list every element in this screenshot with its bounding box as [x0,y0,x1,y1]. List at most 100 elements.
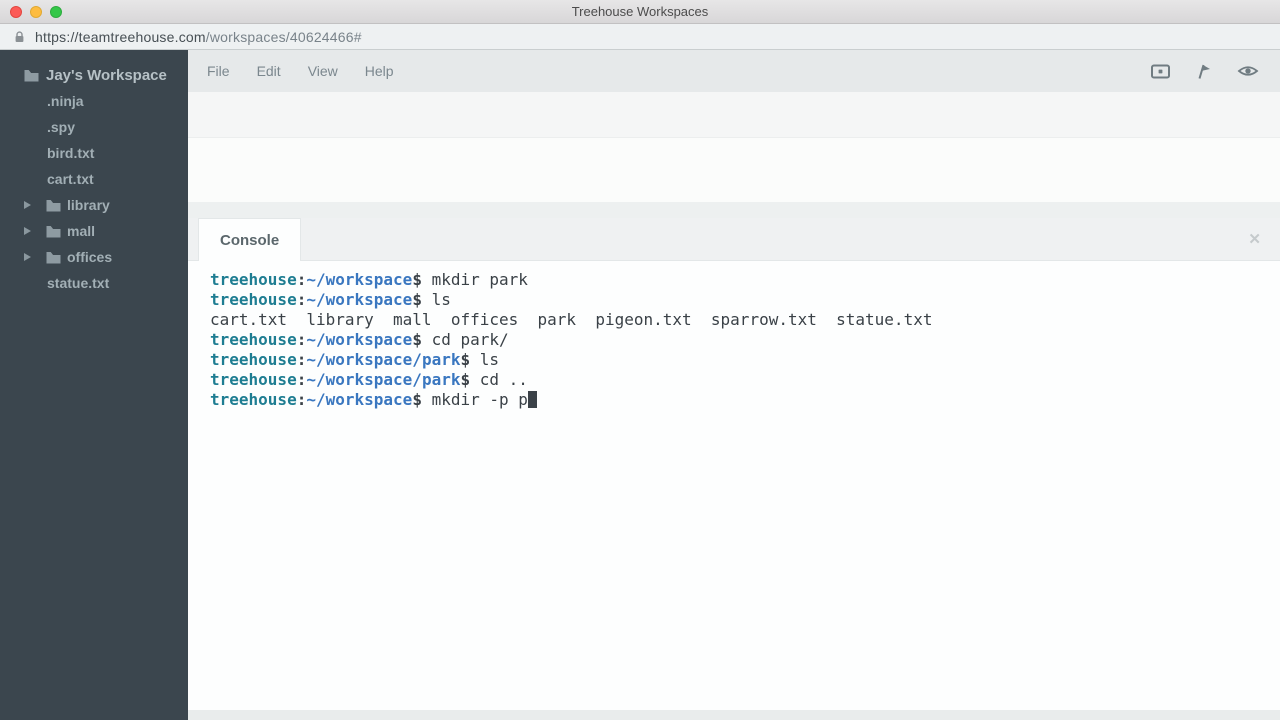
tab-console[interactable]: Console [198,218,301,261]
tree-item-bird.txt[interactable]: bird.txt [0,140,188,166]
prompt-host: treehouse [210,350,297,369]
minimize-window-button[interactable] [30,6,42,18]
prompt-host: treehouse [210,290,297,309]
chevron-right-icon[interactable] [24,227,31,235]
terminal-command: cd park/ [422,330,509,349]
terminal-line: treehouse:~/workspace$ mkdir park [210,270,1280,290]
menubar: File Edit View Help [188,50,1280,92]
prompt-colon: : [297,350,307,369]
tree-item-label: mall [67,223,95,239]
prompt-dollar: $ [460,370,470,389]
menubar-icons [1150,61,1280,81]
menu-item-label: Edit [257,63,281,79]
chevron-right-icon[interactable] [24,253,31,261]
editor-tab-strip [188,92,1280,138]
terminal-command: ls [470,350,499,369]
fork-icon[interactable] [1194,61,1214,81]
prompt-path: ~/workspace [306,330,412,349]
tree-item-mall[interactable]: mall [0,218,188,244]
terminal-command: mkdir park [422,270,528,289]
prompt-path: ~/workspace [306,270,412,289]
tree-item-.ninja[interactable]: .ninja [0,88,188,114]
tree-item-label: .ninja [47,93,84,109]
footer-strip [188,710,1280,720]
prompt-dollar: $ [412,270,422,289]
prompt-colon: : [297,270,307,289]
folder-icon [24,69,39,82]
tree-item-label: cart.txt [47,171,94,187]
main-panel: File Edit View Help [188,50,1280,720]
terminal-line: treehouse:~/workspace$ cd park/ [210,330,1280,350]
editor-surface[interactable] [188,138,1280,202]
terminal-cursor [528,391,537,408]
terminal-output-line: cart.txt library mall offices park pigeo… [210,310,1280,330]
folder-icon [46,225,61,238]
menu-item-label: View [308,63,338,79]
close-window-button[interactable] [10,6,22,18]
terminal[interactable]: treehouse:~/workspace$ mkdir parktreehou… [188,261,1280,710]
prompt-dollar: $ [412,290,422,309]
tree-item-offices[interactable]: offices [0,244,188,270]
prompt-host: treehouse [210,390,297,409]
tree-item-statue.txt[interactable]: statue.txt [0,270,188,296]
chevron-right-icon[interactable] [24,201,31,209]
tree-item-.spy[interactable]: .spy [0,114,188,140]
tree-item-cart.txt[interactable]: cart.txt [0,166,188,192]
browser-url-bar[interactable]: https://teamtreehouse.com/workspaces/406… [0,24,1280,50]
console-header: Console ✕ [188,218,1280,261]
prompt-dollar: $ [412,330,422,349]
terminal-line: treehouse:~/workspace/park$ cd .. [210,370,1280,390]
prompt-colon: : [297,370,307,389]
tree-item-label: Jay's Workspace [46,67,167,84]
prompt-path: ~/workspace [306,390,412,409]
macos-titlebar: Treehouse Workspaces [0,0,1280,24]
tree-item-library[interactable]: library [0,192,188,218]
terminal-line: treehouse:~/workspace$ ls [210,290,1280,310]
prompt-host: treehouse [210,370,297,389]
url-text[interactable]: https://teamtreehouse.com/workspaces/406… [35,29,362,45]
menu-view[interactable]: View [308,63,338,79]
prompt-colon: : [297,330,307,349]
prompt-path: ~/workspace/park [306,370,460,389]
camera-snapshot-icon[interactable] [1150,61,1171,81]
prompt-host: treehouse [210,330,297,349]
tree-item-label: offices [67,249,112,265]
preview-eye-icon[interactable] [1237,61,1259,81]
tree-item-label: bird.txt [47,145,94,161]
file-tree-sidebar: Jay's Workspace .ninja .spy bird.txt car… [0,50,188,720]
console-close-icon[interactable]: ✕ [1248,230,1261,248]
terminal-command: mkdir -p p [422,390,528,409]
menu-help[interactable]: Help [365,63,394,79]
zoom-window-button[interactable] [50,6,62,18]
ssl-lock-icon [13,30,26,44]
traffic-lights [0,6,62,18]
terminal-line: treehouse:~/workspace/park$ ls [210,350,1280,370]
tree-item-label: library [67,197,110,213]
tree-item-jay-s-workspace[interactable]: Jay's Workspace [0,62,188,88]
prompt-colon: : [297,290,307,309]
tree-item-label: statue.txt [47,275,109,291]
url-path: /workspaces/40624466# [206,29,362,45]
prompt-path: ~/workspace [306,290,412,309]
prompt-dollar: $ [412,390,422,409]
tree-item-label: .spy [47,119,75,135]
menu-file[interactable]: File [207,63,230,79]
menu-item-label: File [207,63,230,79]
terminal-command: cd .. [470,370,528,389]
folder-icon [46,251,61,264]
prompt-host: treehouse [210,270,297,289]
workspace-app: Jay's Workspace .ninja .spy bird.txt car… [0,50,1280,720]
folder-icon [46,199,61,212]
url-domain: https://teamtreehouse.com [35,29,206,45]
menubar-items: File Edit View Help [207,63,421,79]
menu-edit[interactable]: Edit [257,63,281,79]
prompt-path: ~/workspace/park [306,350,460,369]
prompt-dollar: $ [460,350,470,369]
prompt-colon: : [297,390,307,409]
terminal-command: ls [422,290,451,309]
terminal-line: treehouse:~/workspace$ mkdir -p p [210,390,1280,410]
editor-console-divider[interactable] [188,202,1280,218]
menu-item-label: Help [365,63,394,79]
editor-area[interactable] [188,92,1280,218]
window-title: Treehouse Workspaces [0,4,1280,19]
